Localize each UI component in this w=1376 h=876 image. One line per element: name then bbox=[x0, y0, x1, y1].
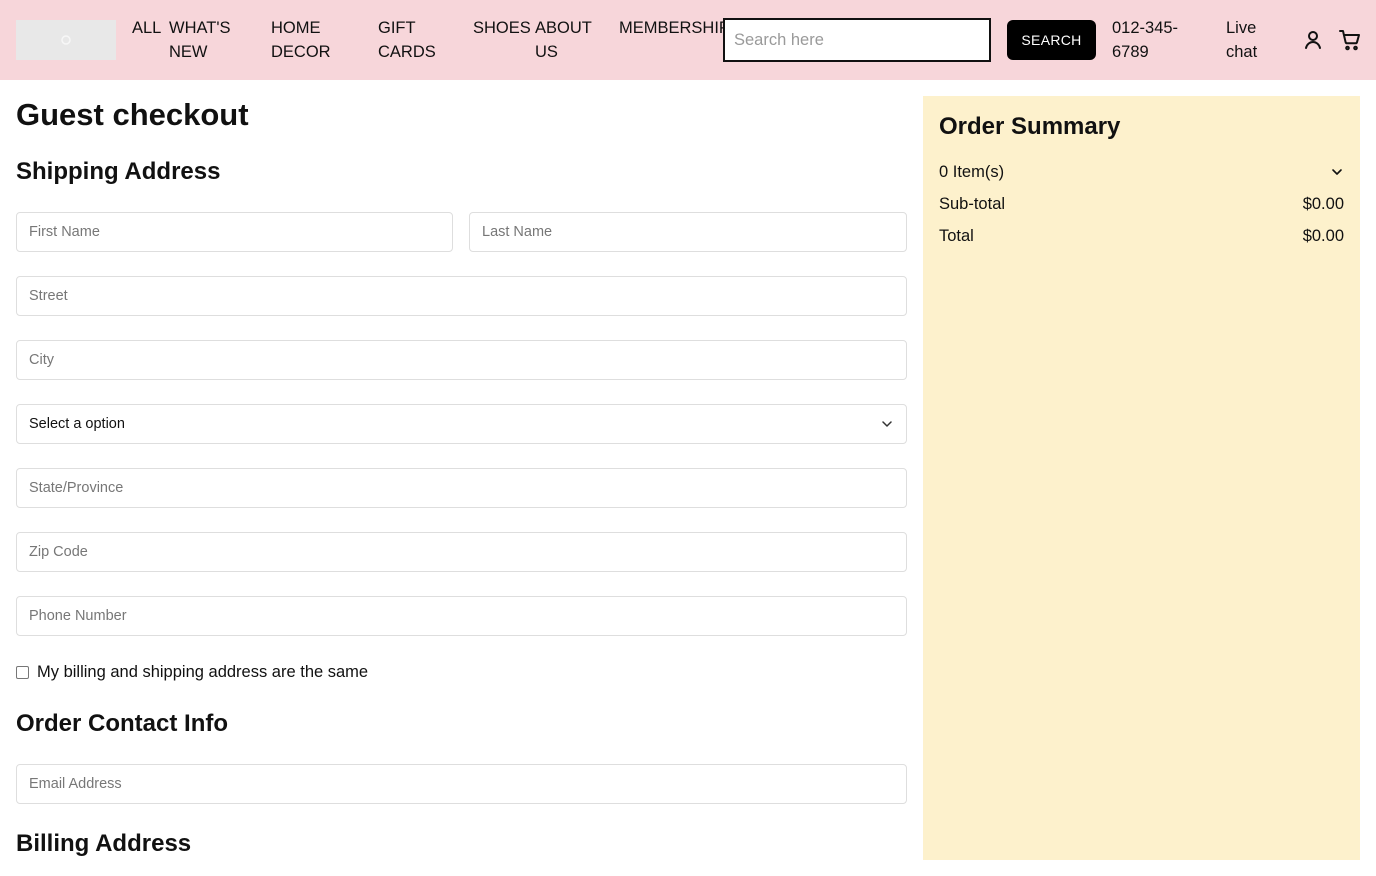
order-summary-title: Order Summary bbox=[939, 113, 1121, 140]
page-title: Guest checkout bbox=[16, 97, 249, 132]
user-icon[interactable] bbox=[1301, 28, 1325, 52]
same-address-label[interactable]: My billing and shipping address are the … bbox=[37, 663, 368, 682]
nav-gift-cards[interactable]: GIFT CARDS bbox=[378, 16, 436, 64]
nav-about-us-label-2: US bbox=[535, 43, 558, 61]
nav-all[interactable]: ALL bbox=[132, 16, 161, 40]
nav-shoes[interactable]: SHOES bbox=[473, 16, 531, 40]
nav-home-decor-label-2: DECOR bbox=[271, 43, 331, 61]
country-select[interactable]: Select a option bbox=[16, 404, 907, 444]
subtotal-label: Sub-total bbox=[939, 194, 1006, 213]
same-address-row: My billing and shipping address are the … bbox=[16, 660, 368, 684]
items-toggle[interactable]: 0 Item(s) bbox=[939, 160, 1344, 184]
first-name-input[interactable] bbox=[16, 212, 453, 252]
logo-placeholder-icon bbox=[61, 35, 71, 45]
site-logo[interactable] bbox=[16, 20, 116, 60]
live-chat-link[interactable]: Live chat bbox=[1226, 16, 1257, 64]
search-input[interactable] bbox=[723, 18, 991, 62]
search-button[interactable]: SEARCH bbox=[1007, 20, 1096, 60]
total-row: Total $0.00 bbox=[939, 224, 1344, 248]
total-value: $0.00 bbox=[1302, 226, 1344, 245]
city-input[interactable] bbox=[16, 340, 907, 380]
shipping-address-heading: Shipping Address bbox=[16, 158, 221, 185]
site-header: ALL WHAT'S NEW HOME DECOR GIFT CARDS SHO… bbox=[0, 0, 1376, 80]
zip-code-input[interactable] bbox=[16, 532, 907, 572]
chevron-down-icon bbox=[882, 421, 892, 427]
chevron-down-icon bbox=[1332, 169, 1342, 175]
subtotal-row: Sub-total $0.00 bbox=[939, 192, 1344, 216]
items-count: 0 Item(s) bbox=[939, 162, 1005, 181]
nav-shoes-label: SHOES bbox=[473, 19, 531, 37]
nav-home-decor-label-1: HOME bbox=[271, 19, 321, 37]
phone-line-1: 012-345- bbox=[1112, 19, 1179, 37]
nav-gift-cards-label-1: GIFT bbox=[378, 19, 416, 37]
nav-about-us[interactable]: ABOUT US bbox=[535, 16, 592, 64]
phone-number-input[interactable] bbox=[16, 596, 907, 636]
nav-whats-new-label-2: NEW bbox=[169, 43, 208, 61]
cart-icon[interactable] bbox=[1338, 28, 1362, 52]
live-chat-line-2: chat bbox=[1226, 43, 1258, 61]
billing-address-heading: Billing Address bbox=[16, 830, 192, 857]
country-select-value: Select a option bbox=[29, 416, 125, 432]
nav-all-label: ALL bbox=[132, 19, 162, 37]
phone-number[interactable]: 012-345- 6789 bbox=[1112, 16, 1178, 64]
nav-membership[interactable]: MEMBERSHIP bbox=[619, 16, 730, 40]
state-province-input[interactable] bbox=[16, 468, 907, 508]
total-label: Total bbox=[939, 226, 974, 245]
subtotal-value: $0.00 bbox=[1302, 194, 1344, 213]
order-summary-panel: Order Summary 0 Item(s) Sub-total $0.00 … bbox=[923, 96, 1360, 860]
last-name-input[interactable] bbox=[469, 212, 907, 252]
nav-membership-label: MEMBERSHIP bbox=[619, 19, 730, 37]
nav-whats-new-label-1: WHAT'S bbox=[169, 19, 231, 37]
nav-gift-cards-label-2: CARDS bbox=[378, 43, 436, 61]
nav-whats-new[interactable]: WHAT'S NEW bbox=[169, 16, 231, 64]
nav-about-us-label-1: ABOUT bbox=[535, 19, 592, 37]
order-contact-heading: Order Contact Info bbox=[16, 710, 229, 737]
street-input[interactable] bbox=[16, 276, 907, 316]
nav-home-decor[interactable]: HOME DECOR bbox=[271, 16, 331, 64]
email-input[interactable] bbox=[16, 764, 907, 804]
live-chat-line-1: Live bbox=[1226, 19, 1257, 37]
same-address-checkbox[interactable] bbox=[16, 665, 29, 679]
phone-line-2: 6789 bbox=[1112, 43, 1149, 61]
